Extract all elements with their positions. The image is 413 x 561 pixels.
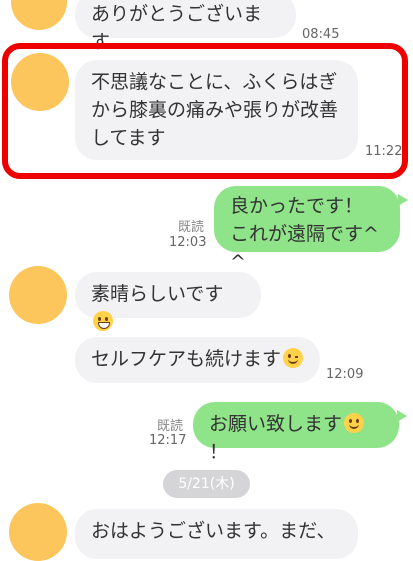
- message-time: 12:17: [149, 433, 187, 448]
- smiling-face-icon: [344, 413, 365, 433]
- message-bubble-incoming[interactable]: おはようございます。まだ、: [75, 509, 358, 559]
- message-time: 12:03: [169, 235, 207, 250]
- date-separator: 5/21(木): [163, 470, 250, 498]
- message-text-suffix: ！: [209, 441, 229, 463]
- avatar[interactable]: [11, 53, 69, 111]
- message-text: 素晴らしいです: [91, 283, 224, 305]
- message-text: おはようございます。まだ、: [91, 520, 336, 542]
- message-text: 良かったです！ これが遠隔です^ ^: [230, 195, 379, 273]
- message-bubble-incoming[interactable]: 不思議なことに、ふくらはぎ から膝裏の痛みや張りが改善 してます: [75, 60, 358, 160]
- message-bubble-outgoing[interactable]: お願い致します ！: [193, 402, 399, 463]
- message-text: お願い致します: [209, 413, 343, 435]
- avatar[interactable]: [9, 266, 67, 324]
- message-time: 11:22: [365, 144, 403, 159]
- message-bubble-outgoing[interactable]: 良かったです！ これが遠隔です^ ^: [214, 186, 400, 273]
- message-bubble-incoming[interactable]: セルフケアも続けます: [75, 337, 320, 383]
- message-text: 不思議なことに、ふくらはぎ から膝裏の痛みや張りが改善 してます: [91, 71, 339, 149]
- grinning-face-icon: [93, 311, 113, 331]
- bubble-tail: [398, 194, 408, 206]
- read-receipt: 既読: [157, 419, 184, 434]
- avatar[interactable]: [9, 503, 67, 561]
- avatar[interactable]: [11, 0, 67, 30]
- bubble-tail: [397, 410, 407, 422]
- message-time: 12:09: [326, 367, 364, 382]
- read-receipt: 既読: [178, 220, 205, 235]
- message-bubble-incoming[interactable]: 素晴らしいです: [75, 272, 261, 331]
- message-bubble-incoming[interactable]: ありがとうございます: [75, 0, 296, 53]
- message-text: セルフケアも続けます: [91, 348, 282, 370]
- winking-face-icon: [283, 348, 304, 368]
- message-time: 08:45: [302, 27, 340, 42]
